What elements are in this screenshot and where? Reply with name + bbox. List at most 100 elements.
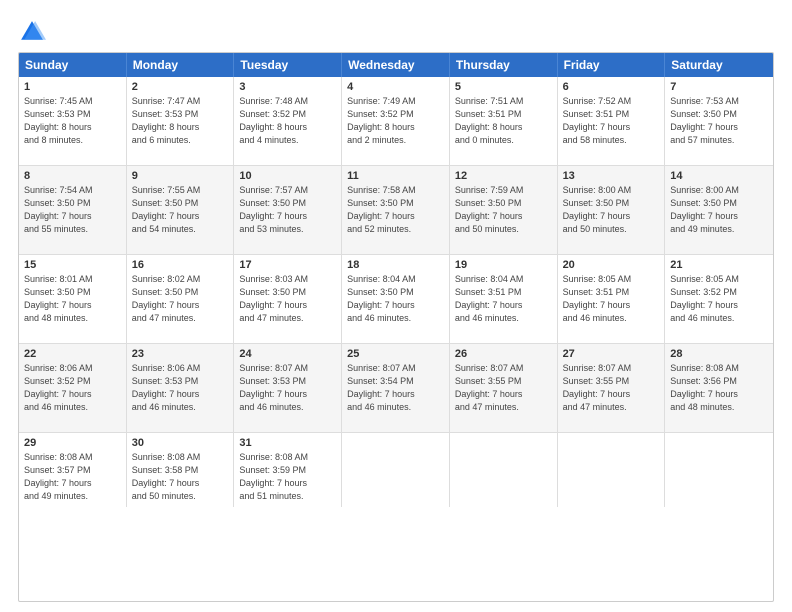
day-number: 28	[670, 348, 768, 360]
day-info: Sunrise: 8:06 AMSunset: 3:53 PMDaylight:…	[132, 362, 229, 414]
day-info: Sunrise: 8:02 AMSunset: 3:50 PMDaylight:…	[132, 273, 229, 325]
calendar-cell: 8 Sunrise: 7:54 AMSunset: 3:50 PMDaylight…	[19, 166, 127, 254]
day-info: Sunrise: 7:52 AMSunset: 3:51 PMDaylight:…	[563, 95, 660, 147]
day-info: Sunrise: 8:00 AMSunset: 3:50 PMDaylight:…	[563, 184, 660, 236]
calendar-cell: 23 Sunrise: 8:06 AMSunset: 3:53 PMDayligh…	[127, 344, 235, 432]
day-number: 13	[563, 170, 660, 182]
day-info: Sunrise: 8:07 AMSunset: 3:55 PMDaylight:…	[563, 362, 660, 414]
day-info: Sunrise: 8:08 AMSunset: 3:59 PMDaylight:…	[239, 451, 336, 503]
calendar-cell	[450, 433, 558, 507]
day-number: 21	[670, 259, 768, 271]
day-info: Sunrise: 8:07 AMSunset: 3:54 PMDaylight:…	[347, 362, 444, 414]
calendar-week-3: 15 Sunrise: 8:01 AMSunset: 3:50 PMDayligh…	[19, 255, 773, 344]
calendar-cell: 10 Sunrise: 7:57 AMSunset: 3:50 PMDayligh…	[234, 166, 342, 254]
calendar-cell: 27Sunrise: 8:07 AMSunset: 3:55 PMDayligh…	[558, 344, 666, 432]
day-number: 7	[670, 81, 768, 93]
calendar-cell: 19 Sunrise: 8:04 AMSunset: 3:51 PMDayligh…	[450, 255, 558, 343]
calendar-cell	[342, 433, 450, 507]
day-number: 14	[670, 170, 768, 182]
calendar-cell	[665, 433, 773, 507]
calendar-cell: 28 Sunrise: 8:08 AMSunset: 3:56 PMDayligh…	[665, 344, 773, 432]
calendar-week-4: 22 Sunrise: 8:06 AMSunset: 3:52 PMDayligh…	[19, 344, 773, 433]
day-number: 15	[24, 259, 121, 271]
day-info: Sunrise: 7:53 AMSunset: 3:50 PMDaylight:…	[670, 95, 768, 147]
calendar-week-1: 1 Sunrise: 7:45 AMSunset: 3:53 PMDaylight…	[19, 77, 773, 166]
day-number: 31	[239, 437, 336, 449]
calendar-cell: 6 Sunrise: 7:52 AMSunset: 3:51 PMDaylight…	[558, 77, 666, 165]
day-number: 10	[239, 170, 336, 182]
calendar-cell: 29 Sunrise: 8:08 AMSunset: 3:57 PMDayligh…	[19, 433, 127, 507]
calendar-cell: 7 Sunrise: 7:53 AMSunset: 3:50 PMDaylight…	[665, 77, 773, 165]
day-info: Sunrise: 8:07 AMSunset: 3:55 PMDaylight:…	[455, 362, 552, 414]
calendar-cell: 16 Sunrise: 8:02 AMSunset: 3:50 PMDayligh…	[127, 255, 235, 343]
day-number: 18	[347, 259, 444, 271]
day-number: 19	[455, 259, 552, 271]
day-info: Sunrise: 7:59 AMSunset: 3:50 PMDaylight:…	[455, 184, 552, 236]
day-number: 16	[132, 259, 229, 271]
day-number: 20	[563, 259, 660, 271]
day-number: 23	[132, 348, 229, 360]
day-info: Sunrise: 7:48 AMSunset: 3:52 PMDaylight:…	[239, 95, 336, 147]
calendar-cell: 18Sunrise: 8:04 AMSunset: 3:50 PMDayligh…	[342, 255, 450, 343]
day-number: 12	[455, 170, 552, 182]
calendar-cell: 1 Sunrise: 7:45 AMSunset: 3:53 PMDaylight…	[19, 77, 127, 165]
calendar-cell: 21 Sunrise: 8:05 AMSunset: 3:52 PMDayligh…	[665, 255, 773, 343]
day-info: Sunrise: 8:03 AMSunset: 3:50 PMDaylight:…	[239, 273, 336, 325]
calendar-cell: 15 Sunrise: 8:01 AMSunset: 3:50 PMDayligh…	[19, 255, 127, 343]
day-info: Sunrise: 8:01 AMSunset: 3:50 PMDaylight:…	[24, 273, 121, 325]
day-number: 29	[24, 437, 121, 449]
day-number: 26	[455, 348, 552, 360]
header	[18, 18, 774, 46]
day-info: Sunrise: 8:06 AMSunset: 3:52 PMDaylight:…	[24, 362, 121, 414]
calendar-cell: 17 Sunrise: 8:03 AMSunset: 3:50 PMDayligh…	[234, 255, 342, 343]
calendar-header: SundayMondayTuesdayWednesdayThursdayFrid…	[19, 53, 773, 77]
logo-icon	[18, 18, 46, 46]
day-number: 9	[132, 170, 229, 182]
calendar: SundayMondayTuesdayWednesdayThursdayFrid…	[18, 52, 774, 602]
day-number: 8	[24, 170, 121, 182]
day-number: 25	[347, 348, 444, 360]
day-info: Sunrise: 7:58 AMSunset: 3:50 PMDaylight:…	[347, 184, 444, 236]
calendar-body: 1 Sunrise: 7:45 AMSunset: 3:53 PMDaylight…	[19, 77, 773, 507]
calendar-cell: 2Sunrise: 7:47 AMSunset: 3:53 PMDaylight…	[127, 77, 235, 165]
day-number: 11	[347, 170, 444, 182]
header-day-thursday: Thursday	[450, 53, 558, 77]
calendar-cell: 30Sunrise: 8:08 AMSunset: 3:58 PMDayligh…	[127, 433, 235, 507]
day-number: 4	[347, 81, 444, 93]
logo	[18, 18, 50, 46]
calendar-cell: 11 Sunrise: 7:58 AMSunset: 3:50 PMDayligh…	[342, 166, 450, 254]
calendar-cell: 13 Sunrise: 8:00 AMSunset: 3:50 PMDayligh…	[558, 166, 666, 254]
day-info: Sunrise: 8:07 AMSunset: 3:53 PMDaylight:…	[239, 362, 336, 414]
day-number: 22	[24, 348, 121, 360]
header-day-monday: Monday	[127, 53, 235, 77]
calendar-cell: 24Sunrise: 8:07 AMSunset: 3:53 PMDayligh…	[234, 344, 342, 432]
calendar-week-2: 8 Sunrise: 7:54 AMSunset: 3:50 PMDaylight…	[19, 166, 773, 255]
day-info: Sunrise: 7:45 AMSunset: 3:53 PMDaylight:…	[24, 95, 121, 147]
day-info: Sunrise: 7:55 AMSunset: 3:50 PMDaylight:…	[132, 184, 229, 236]
day-number: 5	[455, 81, 552, 93]
day-info: Sunrise: 8:08 AMSunset: 3:57 PMDaylight:…	[24, 451, 121, 503]
header-day-wednesday: Wednesday	[342, 53, 450, 77]
day-info: Sunrise: 7:57 AMSunset: 3:50 PMDaylight:…	[239, 184, 336, 236]
day-info: Sunrise: 8:08 AMSunset: 3:58 PMDaylight:…	[132, 451, 229, 503]
calendar-cell: 9 Sunrise: 7:55 AMSunset: 3:50 PMDaylight…	[127, 166, 235, 254]
day-info: Sunrise: 8:05 AMSunset: 3:52 PMDaylight:…	[670, 273, 768, 325]
calendar-cell: 31 Sunrise: 8:08 AMSunset: 3:59 PMDayligh…	[234, 433, 342, 507]
day-info: Sunrise: 8:08 AMSunset: 3:56 PMDaylight:…	[670, 362, 768, 414]
header-day-sunday: Sunday	[19, 53, 127, 77]
calendar-cell: 3 Sunrise: 7:48 AMSunset: 3:52 PMDaylight…	[234, 77, 342, 165]
day-number: 1	[24, 81, 121, 93]
day-number: 6	[563, 81, 660, 93]
calendar-cell: 26 Sunrise: 8:07 AMSunset: 3:55 PMDayligh…	[450, 344, 558, 432]
day-info: Sunrise: 8:04 AMSunset: 3:51 PMDaylight:…	[455, 273, 552, 325]
calendar-cell: 22 Sunrise: 8:06 AMSunset: 3:52 PMDayligh…	[19, 344, 127, 432]
header-day-saturday: Saturday	[665, 53, 773, 77]
day-number: 17	[239, 259, 336, 271]
day-info: Sunrise: 7:51 AMSunset: 3:51 PMDaylight:…	[455, 95, 552, 147]
day-number: 2	[132, 81, 229, 93]
day-number: 3	[239, 81, 336, 93]
header-day-tuesday: Tuesday	[234, 53, 342, 77]
calendar-week-5: 29 Sunrise: 8:08 AMSunset: 3:57 PMDayligh…	[19, 433, 773, 507]
day-info: Sunrise: 7:54 AMSunset: 3:50 PMDaylight:…	[24, 184, 121, 236]
header-day-friday: Friday	[558, 53, 666, 77]
